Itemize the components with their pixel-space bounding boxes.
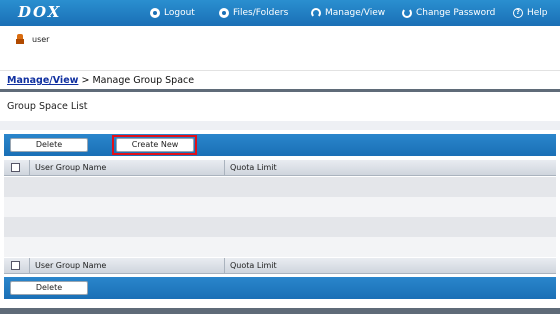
- folders-icon: [219, 8, 229, 18]
- change-password-icon: [402, 8, 412, 18]
- breadcrumb-manage-view-link[interactable]: Manage/View: [7, 75, 78, 86]
- select-all-checkbox-bottom[interactable]: [11, 261, 20, 270]
- logout-label: Logout: [164, 8, 195, 18]
- table-row: [4, 197, 556, 217]
- manage-view-icon: [311, 8, 321, 18]
- change-password-label: Change Password: [416, 8, 496, 18]
- top-nav-bar: DOX Logout Files/Folders Manage/View Cha…: [0, 0, 560, 26]
- column-header-user-group-name-bottom[interactable]: User Group Name: [29, 258, 224, 274]
- table-row: [4, 217, 556, 237]
- breadcrumb-separator: >: [81, 75, 90, 86]
- bottom-action-toolbar: Delete: [4, 277, 556, 299]
- table-row: [4, 177, 556, 197]
- section-divider: [0, 89, 560, 92]
- manage-view-link[interactable]: Manage/View: [311, 6, 385, 20]
- column-header-user-group-name[interactable]: User Group Name: [29, 160, 224, 176]
- spacer-band: [0, 121, 560, 130]
- user-info: user: [16, 33, 49, 45]
- page-title: Group Space List: [7, 101, 88, 112]
- delete-button-bottom[interactable]: Delete: [10, 281, 88, 295]
- change-password-link[interactable]: Change Password: [402, 6, 495, 20]
- dox-logo: DOX: [18, 3, 62, 21]
- table-row: [4, 237, 556, 257]
- delete-button-top[interactable]: Delete: [10, 138, 88, 152]
- select-all-checkbox[interactable]: [11, 163, 20, 172]
- manage-view-label: Manage/View: [325, 8, 386, 18]
- column-header-quota-limit-bottom[interactable]: Quota Limit: [224, 258, 556, 274]
- help-icon: ?: [513, 8, 523, 18]
- files-folders-link[interactable]: Files/Folders: [219, 6, 288, 20]
- breadcrumb: Manage/View > Manage Group Space: [7, 75, 194, 86]
- bottom-divider: [0, 308, 560, 314]
- logout-icon: [150, 8, 160, 18]
- table-header: User Group Name Quota Limit: [4, 160, 556, 176]
- help-label: Help: [527, 8, 548, 18]
- breadcrumb-current: Manage Group Space: [92, 75, 195, 86]
- divider: [0, 70, 560, 71]
- user-icon: [16, 34, 24, 44]
- user-name: user: [32, 34, 50, 44]
- table-footer-header: User Group Name Quota Limit: [4, 258, 556, 274]
- top-action-toolbar: Delete Create New: [4, 134, 556, 156]
- create-new-highlight: [112, 135, 197, 155]
- logout-link[interactable]: Logout: [150, 6, 195, 20]
- column-header-quota-limit[interactable]: Quota Limit: [224, 160, 556, 176]
- files-folders-label: Files/Folders: [233, 8, 289, 18]
- help-link[interactable]: ? Help: [513, 6, 548, 20]
